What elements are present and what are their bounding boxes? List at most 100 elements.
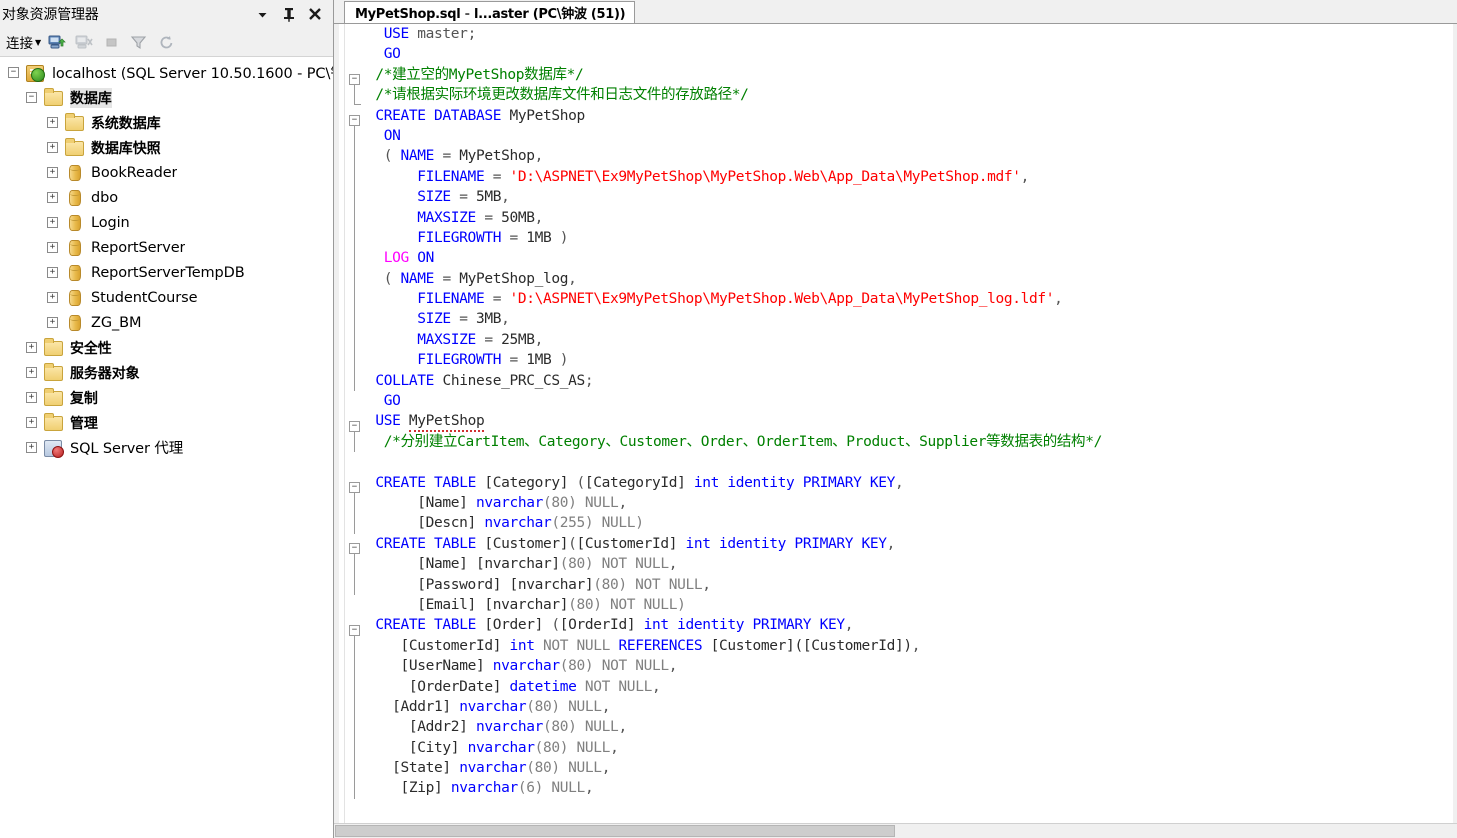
code-line: [OrderDate] datetime NOT NULL, [408, 678, 661, 695]
expand-icon[interactable]: + [47, 217, 58, 228]
tree-node[interactable]: + ReportServerTempDB [0, 260, 333, 285]
editor-pane: MyPetShop.sql - l...aster (PC\钟波 (51)) −… [334, 0, 1457, 838]
fold-collapse-icon[interactable]: − [349, 73, 360, 85]
code-line: FILENAME = 'D:\ASPNET\Ex9MyPetShop\MyPet… [417, 291, 1063, 308]
sql-code-editor[interactable]: − − − − − − USE master; GO /*建立空的MyPetShop数据库… [334, 24, 1457, 838]
tree-node[interactable]: + BookReader [0, 160, 333, 185]
tree-node-label: dbo [91, 189, 118, 206]
tree-node[interactable]: + 数据库快照 [0, 135, 333, 160]
fold-collapse-icon[interactable]: − [349, 624, 360, 636]
expand-icon[interactable]: + [26, 367, 37, 378]
fold-region-line [354, 125, 355, 391]
folder-icon [44, 412, 64, 432]
folder-icon [44, 387, 64, 407]
database-icon [65, 314, 85, 332]
collapse-icon[interactable]: − [26, 92, 37, 103]
collapse-icon[interactable]: − [8, 67, 19, 78]
fold-collapse-icon[interactable]: − [349, 543, 360, 554]
expand-icon[interactable]: + [47, 142, 58, 153]
code-line: /*建立空的MyPetShop数据库*/ [375, 66, 584, 83]
code-line: [City] nvarchar(80) NULL, [408, 739, 619, 756]
hscrollbar-thumb[interactable] [335, 825, 895, 837]
stop-icon [101, 32, 122, 53]
code-line: USE master; [383, 26, 477, 42]
expand-icon[interactable]: + [47, 317, 58, 328]
connect-label: 连接 [6, 36, 33, 52]
object-explorer-tree[interactable]: − localhost (SQL Server 10.50.1600 - PC\钅… [0, 57, 333, 838]
folder-icon [44, 87, 64, 107]
code-line: [Addr1] nvarchar(80) NULL, [392, 698, 611, 715]
tree-node[interactable]: + SQL Server 代理 [0, 435, 333, 460]
tab-mypetshop-sql[interactable]: MyPetShop.sql - l...aster (PC\钟波 (51)) [344, 1, 636, 23]
code-line: GO [367, 46, 401, 63]
horizontal-scrollbar[interactable] [334, 823, 1457, 838]
tree-node[interactable]: + 系统数据库 [0, 110, 333, 135]
database-icon [65, 264, 85, 282]
tree-node[interactable]: + 服务器对象 [0, 360, 333, 385]
tree-node[interactable]: + Login [0, 210, 333, 235]
expand-icon[interactable]: + [26, 392, 37, 403]
code-text[interactable]: USE master; GO /*建立空的MyPetShop数据库*/ /*请根… [367, 24, 1457, 838]
tree-node-label: StudentCourse [91, 289, 198, 306]
expand-icon[interactable]: + [26, 417, 37, 428]
expand-icon[interactable]: + [26, 342, 37, 353]
expand-icon[interactable]: + [47, 117, 58, 128]
code-line: MAXSIZE = 25MB, [417, 331, 544, 348]
tree-node[interactable]: − localhost (SQL Server 10.50.1600 - PC\钅 [0, 60, 333, 85]
tree-node[interactable]: + StudentCourse [0, 285, 333, 310]
outlining-gutter[interactable]: − − − − − − [345, 24, 367, 838]
code-line: [UserName] nvarchar(80) NOT NULL, [400, 658, 678, 675]
tree-node[interactable]: − 数据库 [0, 85, 333, 110]
pane-splitter[interactable] [334, 24, 339, 838]
code-line: CREATE TABLE [Customer]([CustomerId] int… [375, 535, 896, 552]
tab-separator: - [460, 7, 474, 22]
code-line: ( NAME = MyPetShop, [367, 148, 544, 165]
connect-button[interactable]: 连接 ▼ [6, 32, 41, 52]
tree-node[interactable]: + 复制 [0, 385, 333, 410]
tree-node-label: 系统数据库 [91, 115, 161, 132]
refresh-icon[interactable] [155, 32, 176, 53]
fold-region-end [354, 104, 361, 106]
ssms-window: 对象资源管理器 连接 ▼ − localhost (SQL Server 10.… [0, 0, 1457, 838]
tree-node-label: BookReader [91, 164, 178, 181]
folder-icon [44, 337, 64, 357]
close-icon[interactable] [306, 6, 323, 23]
code-line: /*请根据实际环境更改数据库文件和日志文件的存放路径*/ [375, 87, 749, 104]
tab-connection: l...aster (PC\钟波 (51)) [473, 7, 626, 22]
expand-icon[interactable]: + [47, 242, 58, 253]
chevron-down-icon[interactable] [254, 6, 271, 23]
tree-node[interactable]: + 安全性 [0, 335, 333, 360]
code-line: [Name] [nvarchar](80) NOT NULL, [417, 556, 678, 573]
code-line: COLLATE Chinese_PRC_CS_AS; [375, 372, 594, 389]
fold-collapse-icon[interactable]: − [349, 481, 360, 493]
tree-node[interactable]: + dbo [0, 185, 333, 210]
database-icon [65, 164, 85, 182]
code-line: GO [367, 393, 401, 410]
filter-icon[interactable] [128, 32, 149, 53]
tree-node[interactable]: + ReportServer [0, 235, 333, 260]
expand-icon[interactable]: + [47, 167, 58, 178]
tree-node-label: 管理 [70, 415, 98, 432]
tree-node[interactable]: + 管理 [0, 410, 333, 435]
code-line: MAXSIZE = 50MB, [417, 209, 544, 226]
code-line: ON [383, 127, 401, 144]
auto-hide-pin-icon[interactable] [280, 6, 297, 23]
tree-node-label: SQL Server 代理 [70, 441, 184, 457]
expand-icon[interactable]: + [47, 192, 58, 203]
connect-caret-icon[interactable]: ▼ [35, 39, 41, 47]
connect-server-icon[interactable] [47, 32, 68, 53]
folder-icon [44, 362, 64, 382]
tree-node[interactable]: + ZG_BM [0, 310, 333, 335]
tree-node-label: 复制 [70, 390, 98, 407]
tree-node-label: ZG_BM [91, 314, 142, 331]
object-explorer-header: 对象资源管理器 [0, 0, 333, 28]
expand-icon[interactable]: + [26, 442, 37, 453]
code-line: CREATE TABLE [Order] ([OrderId] int iden… [375, 617, 854, 634]
disconnect-server-icon [74, 32, 95, 53]
expand-icon[interactable]: + [47, 292, 58, 303]
code-line: SIZE = 3MB, [417, 311, 510, 328]
fold-collapse-icon[interactable]: − [349, 420, 360, 432]
code-line: CREATE TABLE [Category] ([CategoryId] in… [375, 474, 904, 491]
expand-icon[interactable]: + [47, 267, 58, 278]
fold-collapse-icon[interactable]: − [349, 114, 360, 126]
